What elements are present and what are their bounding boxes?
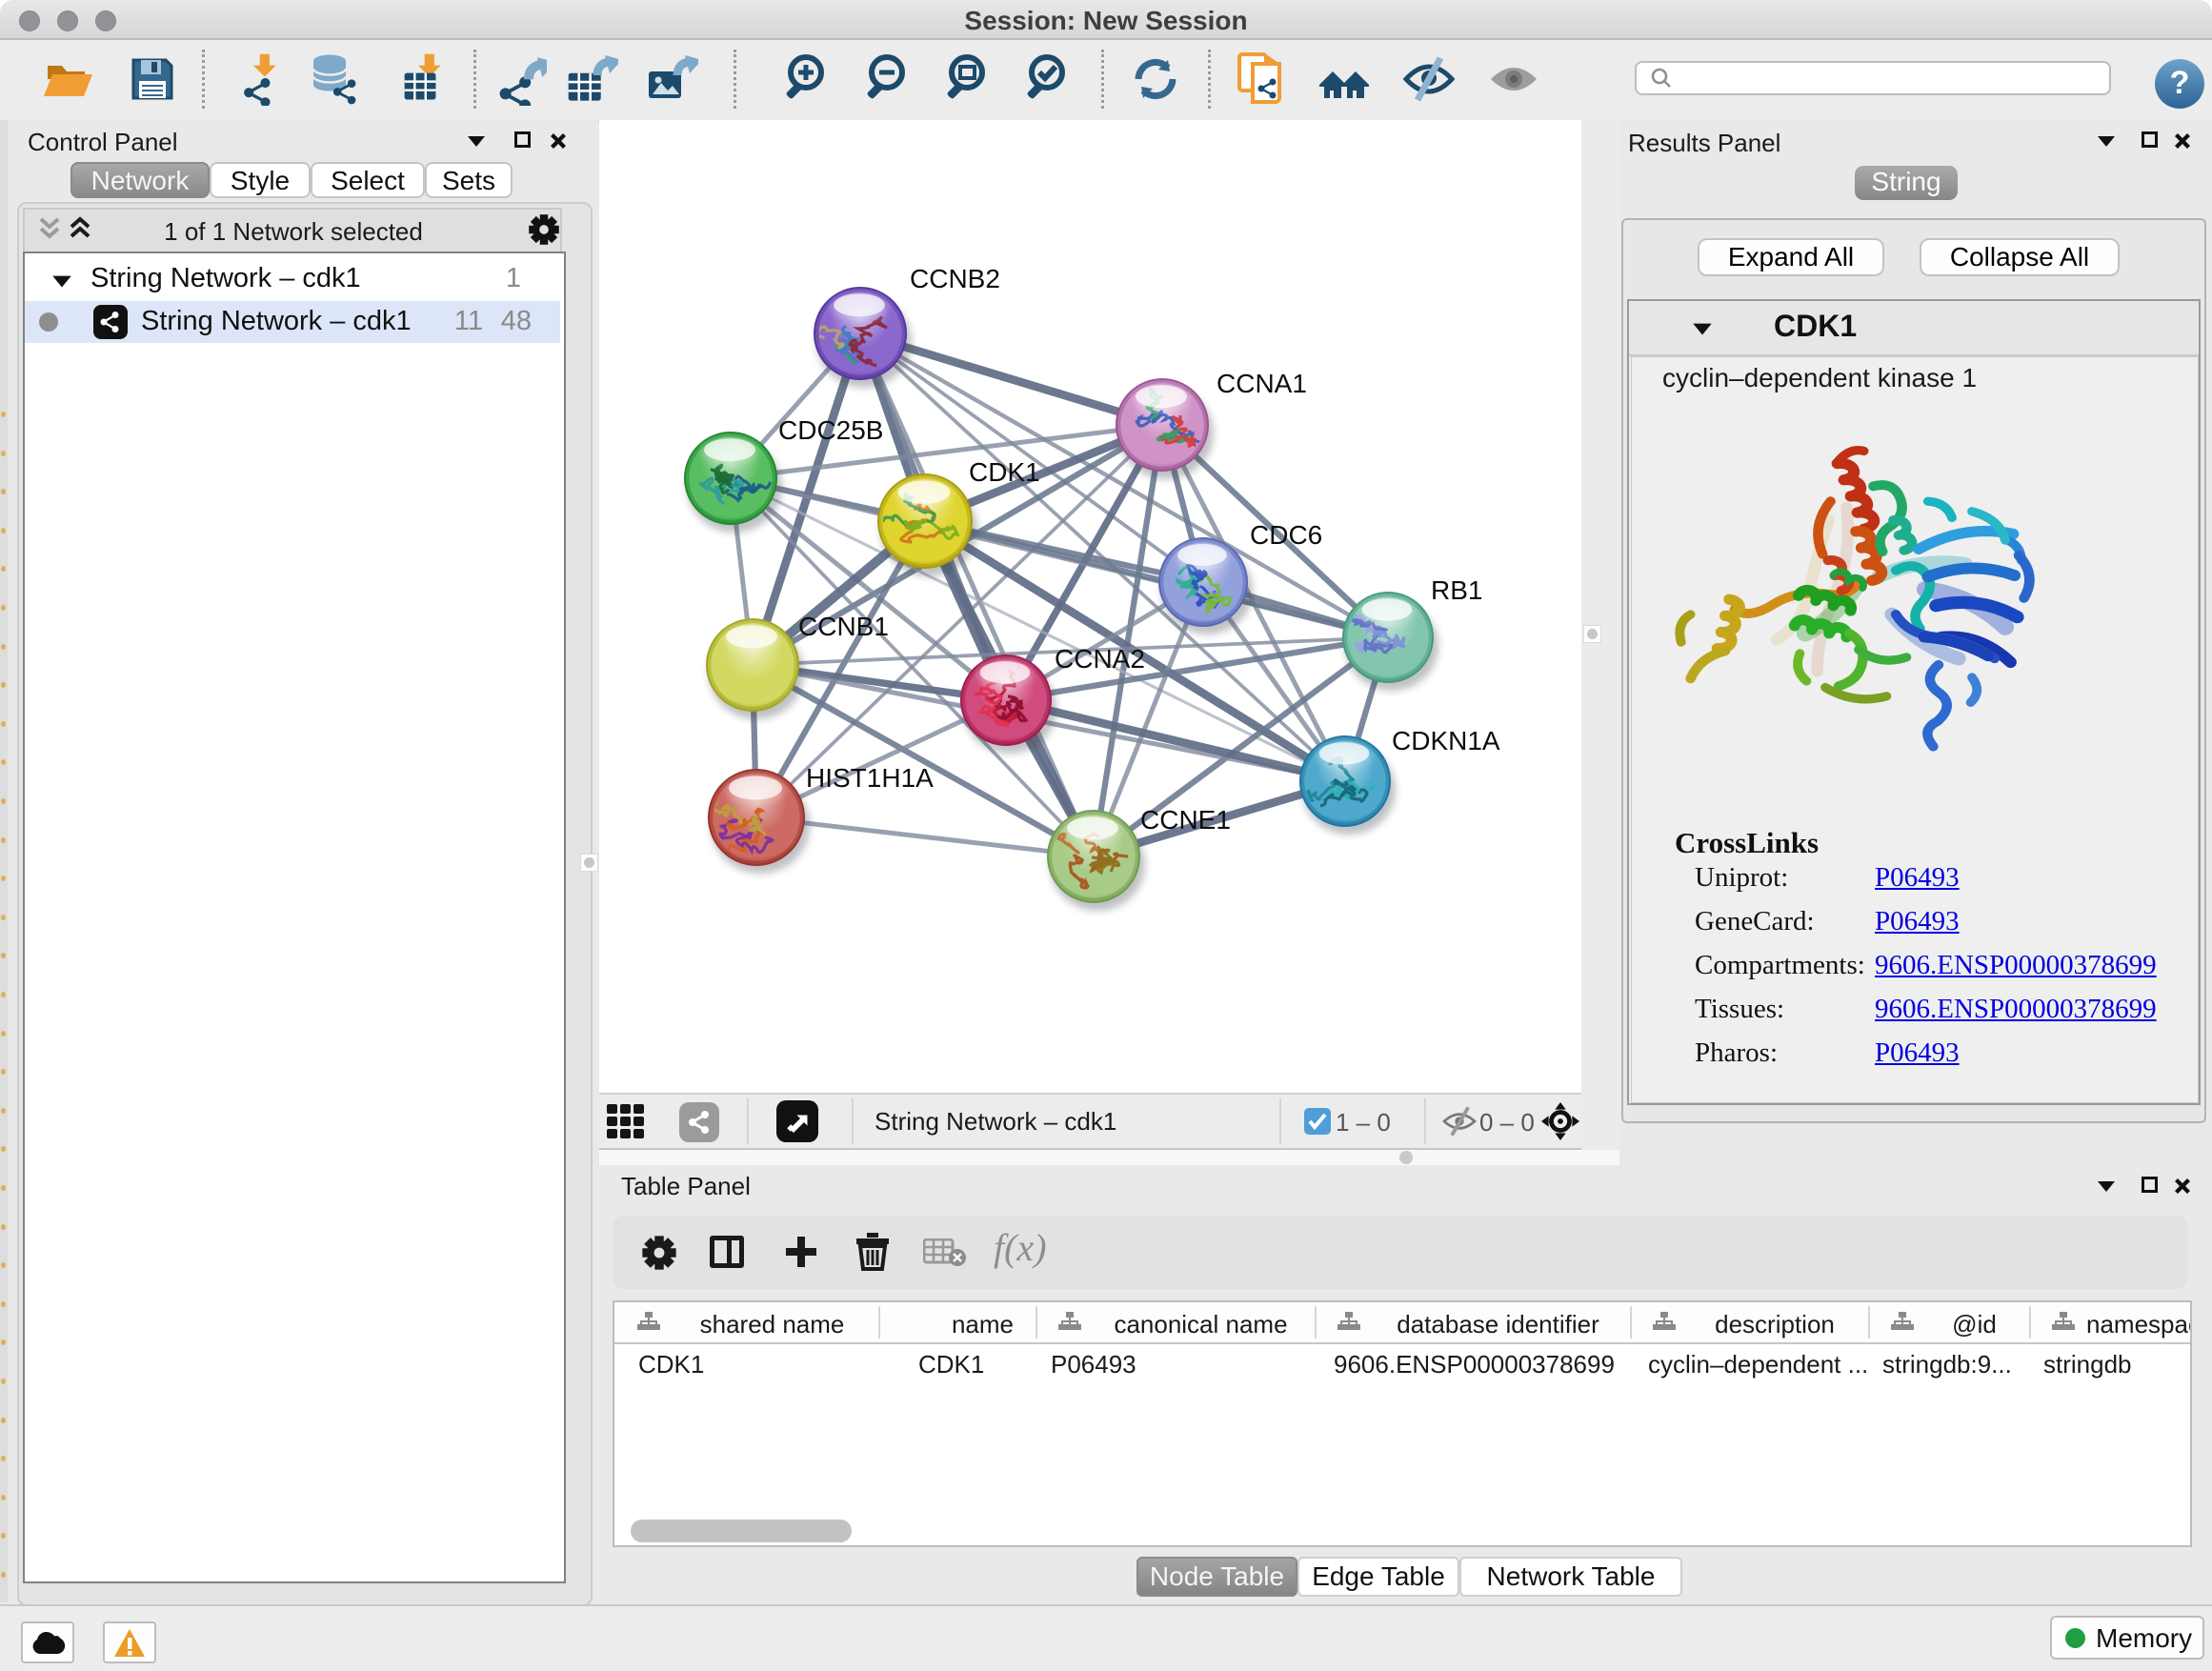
svg-text:CCNA1: CCNA1: [1217, 369, 1307, 398]
svg-text:HIST1H1A: HIST1H1A: [806, 763, 934, 793]
svg-text:CDC25B: CDC25B: [778, 415, 883, 445]
svg-text:CDK1: CDK1: [969, 457, 1040, 487]
svg-text:CDC6: CDC6: [1250, 520, 1322, 550]
svg-text:CCNA2: CCNA2: [1055, 644, 1145, 674]
svg-text:CCNB2: CCNB2: [910, 264, 1000, 293]
svg-text:CCNB1: CCNB1: [798, 612, 889, 641]
svg-text:CCNE1: CCNE1: [1140, 805, 1231, 835]
svg-text:RB1: RB1: [1431, 575, 1482, 605]
svg-text:CDKN1A: CDKN1A: [1392, 726, 1500, 755]
